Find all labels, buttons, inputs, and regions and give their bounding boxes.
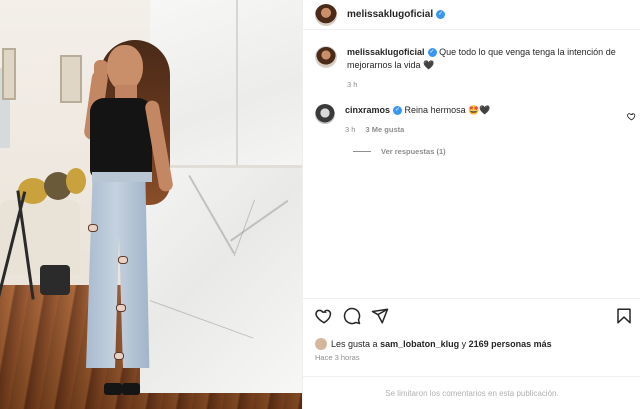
share-icon[interactable] xyxy=(371,307,389,325)
view-replies-label[interactable]: Ver respuestas (1) xyxy=(381,147,446,156)
comment-time: 3 h xyxy=(345,125,356,134)
caption-avatar[interactable] xyxy=(315,46,337,68)
verified-badge-icon: ✓ xyxy=(436,10,446,19)
comment-avatar[interactable] xyxy=(315,104,335,124)
photo-jeans-rip xyxy=(88,224,98,232)
comment-item: cinxramos ✓ Reina hermosa 🤩🖤 3 h 3 Me gus… xyxy=(315,104,615,136)
author-username[interactable]: melissaklugoficial xyxy=(347,9,433,20)
photo-person-top xyxy=(90,98,152,178)
caption-comment: melissaklugoficial ✓ Que todo lo que veng… xyxy=(315,46,640,91)
photo-person-shoe xyxy=(122,383,140,395)
photo-pillow xyxy=(66,168,86,194)
heart-icon[interactable] xyxy=(315,307,333,325)
comment-body: cinxramos ✓ Reina hermosa 🤩🖤 3 h 3 Me gus… xyxy=(345,104,615,136)
caption-time: 3 h xyxy=(347,80,358,89)
photo-jeans-rip xyxy=(114,352,124,360)
verified-badge-icon: ✓ xyxy=(393,106,403,116)
comment-like-heart-icon[interactable] xyxy=(627,112,636,121)
likes-summary: Les gusta a sam_lobaton_klug y 2169 pers… xyxy=(315,338,552,350)
likes-joiner: y xyxy=(461,339,467,349)
photo-marble-counter xyxy=(140,168,302,393)
photo-jeans-rip xyxy=(118,256,128,264)
photo-wall-frame xyxy=(60,55,82,103)
post-header: melissaklugoficial ✓ xyxy=(303,0,640,30)
caption-line: melissaklugoficial ✓ Que todo lo que veng… xyxy=(347,46,640,72)
caption-meta: 3 h xyxy=(347,78,640,91)
liker-username[interactable]: sam_lobaton_klug xyxy=(380,339,459,349)
bookmark-icon[interactable] xyxy=(615,307,633,325)
photo-stool xyxy=(40,265,70,295)
caption-username[interactable]: melissaklugoficial xyxy=(347,47,425,57)
photo-person-hand xyxy=(94,60,108,78)
post-details-panel: melissaklugoficial ✓ melissaklugoficial ✓… xyxy=(302,0,640,409)
photo-wall-frame xyxy=(2,48,16,100)
photo-jeans-rip xyxy=(116,304,126,312)
photo-person-waistband xyxy=(92,172,152,182)
author-avatar[interactable] xyxy=(315,3,337,26)
likes-prefix: Les gusta a xyxy=(331,339,378,349)
post-timestamp[interactable]: Hace 3 horas xyxy=(315,353,360,362)
photo-marble-seam xyxy=(236,0,238,170)
comment-meta: 3 h 3 Me gusta xyxy=(345,123,615,136)
comment-line: cinxramos ✓ Reina hermosa 🤩🖤 xyxy=(345,104,615,117)
action-bar xyxy=(303,298,640,336)
liker-avatar xyxy=(315,338,327,350)
instagram-post-modal: melissaklugoficial ✓ melissaklugoficial ✓… xyxy=(0,0,640,409)
view-replies-link[interactable]: Ver respuestas (1) xyxy=(353,147,446,156)
likes-count[interactable]: 2169 personas más xyxy=(469,339,552,349)
comment-username[interactable]: cinxramos xyxy=(345,105,390,115)
comments-limited-notice: Se limitaron los comentarios en esta pub… xyxy=(303,376,640,409)
comment-likes[interactable]: 3 Me gusta xyxy=(366,125,405,134)
post-photo[interactable] xyxy=(0,0,302,409)
comment-icon[interactable] xyxy=(343,307,361,325)
caption-body: melissaklugoficial ✓ Que todo lo que veng… xyxy=(347,46,640,91)
photo-marble-wall xyxy=(150,0,302,170)
photo-person-shoe xyxy=(104,383,122,395)
verified-badge-icon: ✓ xyxy=(427,48,437,58)
replies-divider xyxy=(353,151,371,152)
comment-text: Reina hermosa 🤩🖤 xyxy=(404,105,491,115)
